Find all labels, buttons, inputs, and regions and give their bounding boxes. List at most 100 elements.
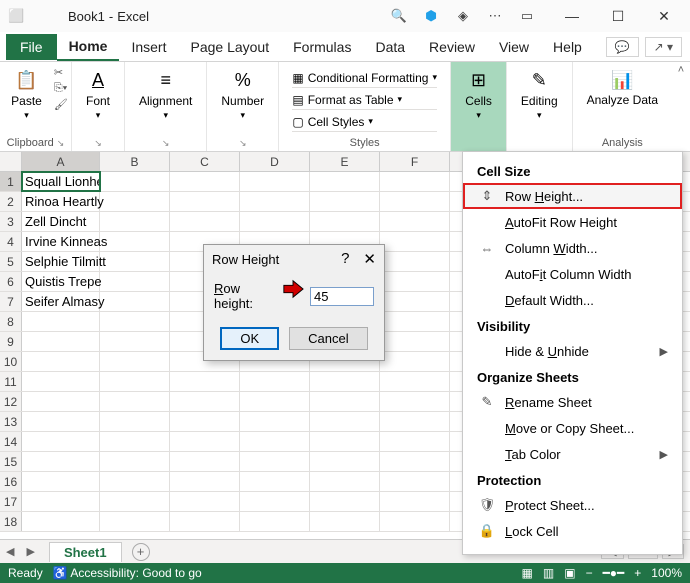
account-icon[interactable]: ▭ <box>518 8 536 24</box>
cell[interactable] <box>100 232 170 251</box>
cell[interactable] <box>170 212 240 231</box>
share-button[interactable]: ↗ ▾ <box>645 37 682 57</box>
cell-styles-button[interactable]: ▢Cell Styles▾ <box>292 112 437 132</box>
tab-formulas[interactable]: Formulas <box>281 34 363 60</box>
dialog-help-button[interactable]: ? <box>341 250 349 268</box>
cell[interactable] <box>100 272 170 291</box>
font-launcher[interactable]: ↘ <box>94 138 102 149</box>
cell[interactable] <box>22 352 100 371</box>
cell[interactable] <box>380 252 450 271</box>
minimize-button[interactable]: — <box>554 8 590 25</box>
cell[interactable] <box>240 512 310 531</box>
zoom-slider[interactable]: ━●━ <box>603 566 625 580</box>
cell[interactable] <box>240 412 310 431</box>
cell[interactable] <box>22 392 100 411</box>
cell[interactable] <box>100 472 170 491</box>
row-header[interactable]: 1 <box>0 172 22 191</box>
tab-review[interactable]: Review <box>417 34 487 60</box>
cell[interactable] <box>380 472 450 491</box>
menu-move-copy[interactable]: Move or Copy Sheet... <box>463 415 682 441</box>
cell[interactable] <box>22 512 100 531</box>
cell[interactable] <box>310 472 380 491</box>
cell[interactable] <box>240 472 310 491</box>
overflow-icon[interactable]: ⋯ <box>486 8 504 24</box>
cell[interactable] <box>22 412 100 431</box>
cell[interactable] <box>380 452 450 471</box>
cell[interactable] <box>170 432 240 451</box>
cell[interactable] <box>310 392 380 411</box>
cell[interactable] <box>170 492 240 511</box>
row-header[interactable]: 18 <box>0 512 22 531</box>
menu-rename-sheet[interactable]: ✎ Rename Sheet <box>463 389 682 415</box>
cell[interactable]: Squall Lionheart <box>22 172 100 191</box>
row-header[interactable]: 16 <box>0 472 22 491</box>
menu-column-width[interactable]: ⇔ Column Width... <box>463 235 682 261</box>
cell[interactable] <box>240 212 310 231</box>
cell[interactable] <box>100 312 170 331</box>
cell[interactable] <box>100 252 170 271</box>
comments-button[interactable]: 💬 <box>606 37 639 57</box>
tab-insert[interactable]: Insert <box>119 34 178 60</box>
cell[interactable] <box>100 492 170 511</box>
search-icon[interactable]: 🔍 <box>390 8 408 24</box>
font-button[interactable]: A Font ▾ <box>78 66 118 123</box>
cell[interactable] <box>380 432 450 451</box>
cell[interactable] <box>100 512 170 531</box>
cell[interactable] <box>380 332 450 351</box>
menu-row-height[interactable]: ⇕ Row Height... <box>463 183 682 209</box>
cell[interactable] <box>170 472 240 491</box>
row-header[interactable]: 2 <box>0 192 22 211</box>
cell[interactable] <box>380 512 450 531</box>
menu-hide-unhide[interactable]: Hide & Unhide ▶ <box>463 338 682 364</box>
cell[interactable] <box>22 492 100 511</box>
cell[interactable] <box>310 492 380 511</box>
menu-tab-color[interactable]: Tab Color ▶ <box>463 441 682 467</box>
tab-home[interactable]: Home <box>57 33 120 61</box>
row-header[interactable]: 3 <box>0 212 22 231</box>
analyze-data-button[interactable]: 📊 Analyze Data <box>579 66 666 109</box>
cell[interactable]: Seifer Almasy <box>22 292 100 311</box>
cell[interactable] <box>240 172 310 191</box>
cell[interactable] <box>380 312 450 331</box>
menu-lock-cell[interactable]: 🔒 Lock Cell <box>463 518 682 544</box>
cell[interactable] <box>380 412 450 431</box>
cell[interactable] <box>22 312 100 331</box>
add-sheet-button[interactable]: + <box>132 543 150 561</box>
row-header[interactable]: 5 <box>0 252 22 271</box>
format-painter-icon[interactable]: 🖌 <box>54 98 68 111</box>
row-header[interactable]: 8 <box>0 312 22 331</box>
row-header[interactable]: 15 <box>0 452 22 471</box>
menu-autofit-col[interactable]: AutoFit Column Width <box>463 261 682 287</box>
tab-help[interactable]: Help <box>541 34 594 60</box>
format-as-table-button[interactable]: ▤Format as Table▾ <box>292 90 437 110</box>
cell[interactable] <box>380 372 450 391</box>
cell[interactable] <box>100 172 170 191</box>
maximize-button[interactable]: ☐ <box>600 8 636 25</box>
cell[interactable] <box>170 392 240 411</box>
row-header[interactable]: 12 <box>0 392 22 411</box>
row-header[interactable]: 9 <box>0 332 22 351</box>
cell[interactable]: Zell Dincht <box>22 212 100 231</box>
menu-protect-sheet[interactable]: 🛡 Protect Sheet... <box>463 492 682 518</box>
tab-page-layout[interactable]: Page Layout <box>178 34 281 60</box>
row-header[interactable]: 17 <box>0 492 22 511</box>
paste-button[interactable]: 📋 Paste ▾ <box>3 66 50 123</box>
row-header[interactable]: 10 <box>0 352 22 371</box>
number-launcher[interactable]: ↘ <box>239 138 247 149</box>
cell[interactable] <box>310 512 380 531</box>
cells-button[interactable]: ⊞ Cells ▾ <box>457 66 500 123</box>
collapse-ribbon-icon[interactable]: ˄ <box>678 64 684 76</box>
cell[interactable] <box>100 332 170 351</box>
view-break-icon[interactable]: ▣ <box>564 566 575 580</box>
row-header[interactable]: 11 <box>0 372 22 391</box>
copy-icon[interactable]: ⎘▾ <box>54 82 68 95</box>
cell[interactable] <box>100 292 170 311</box>
cell[interactable]: Selphie Tilmitt <box>22 252 100 271</box>
tab-file[interactable]: File <box>6 34 57 60</box>
accessibility-status[interactable]: ♿ Accessibility: Good to go <box>53 566 202 580</box>
cell[interactable] <box>240 372 310 391</box>
close-button[interactable]: ✕ <box>646 8 682 25</box>
col-header-C[interactable]: C <box>170 152 240 171</box>
cell[interactable] <box>380 212 450 231</box>
col-header-B[interactable]: B <box>100 152 170 171</box>
